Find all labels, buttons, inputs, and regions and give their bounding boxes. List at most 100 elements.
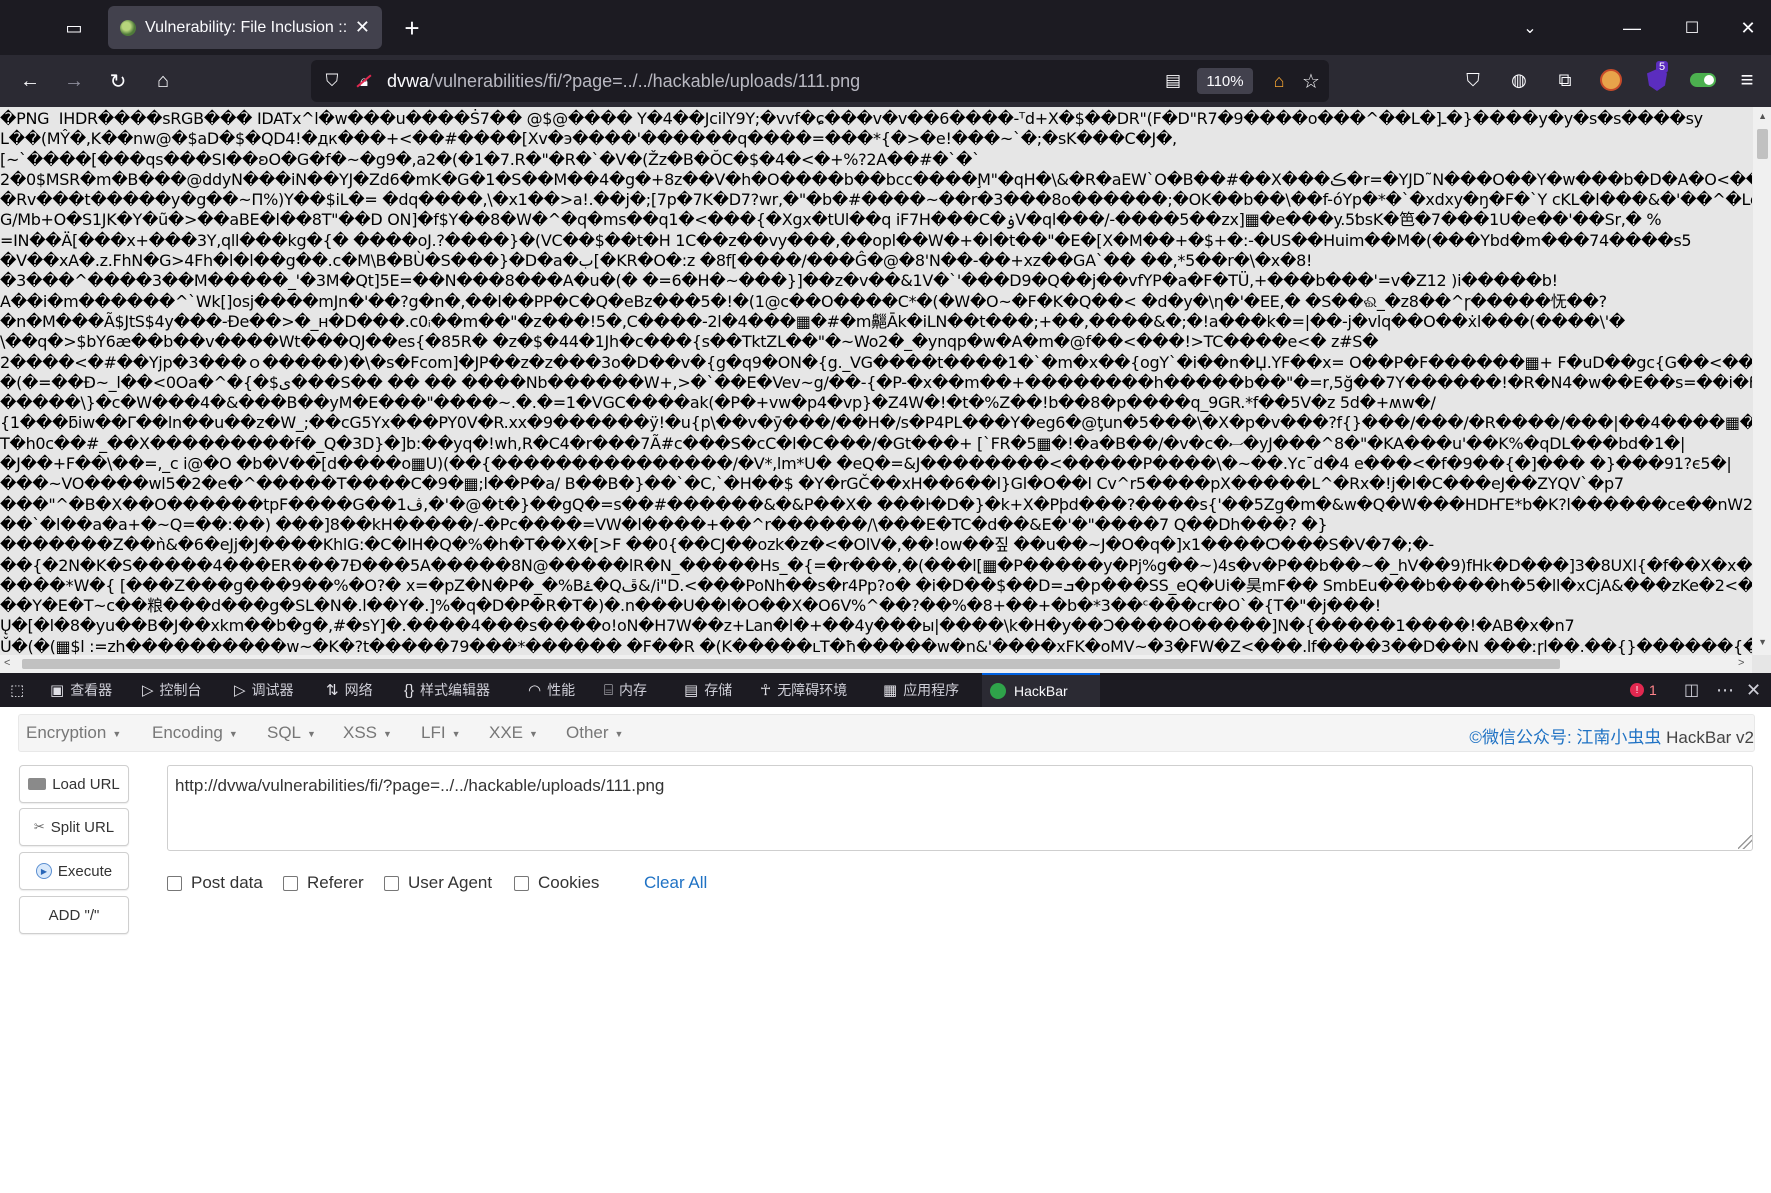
scroll-left-icon[interactable]: < [4, 657, 10, 669]
braces-icon: {} [404, 681, 415, 699]
maximize-button[interactable]: ☐ [1674, 12, 1710, 44]
network-icon: ⇅ [326, 682, 339, 699]
tab-hackbar[interactable]: HackBar [982, 673, 1100, 707]
gauge-icon: ◠ [528, 682, 542, 699]
storage-icon: ▤ [684, 682, 699, 699]
load-icon [28, 778, 47, 790]
tab-style-editor[interactable]: {} 样式编辑器 [404, 673, 490, 707]
devtools-toolbar: ⬚ ▣ 查看器 ▷ 控制台 ▷ 调试器 ⇅ 网络 {} 样式编辑器 ◠ 性能 ⌸ 内存 ▤ 存储… [0, 673, 1771, 707]
address-bar[interactable]: ⛉ 🔒︎ dvwa/vulnerabilities/fi/?page=../..… [311, 60, 1329, 102]
menu-encoding[interactable]: Encoding ▼ [152, 723, 238, 743]
caret-down-icon: ▼ [451, 728, 461, 739]
hackbar-panel: Encryption ▼ Encoding ▼ SQL ▼ XSS ▼ LFI ▼ XXE… [0, 707, 1771, 1193]
checkbox-box[interactable] [283, 875, 298, 891]
tab-application[interactable]: ▦ 应用程序 [883, 673, 959, 707]
scroll-down-icon[interactable]: ▼ [1758, 637, 1767, 647]
window-close-button[interactable]: ✕ [1730, 12, 1766, 44]
credit-version: HackBar v2 [1661, 728, 1754, 747]
pocket-icon[interactable]: ⛉ [1458, 65, 1488, 95]
add-slash-button[interactable]: ADD "/" [19, 896, 129, 934]
checkbox-box[interactable] [514, 875, 529, 891]
tab-network[interactable]: ⇅ 网络 [326, 673, 373, 707]
horizontal-scrollbar[interactable]: < > [0, 655, 1752, 673]
split-url-button[interactable]: ✂ Split URL [19, 808, 129, 846]
vertical-scrollbar[interactable]: ▲ ▼ [1753, 107, 1771, 655]
tab-close-icon[interactable]: ✕ [355, 17, 370, 38]
new-tab-button[interactable]: + [396, 12, 428, 44]
clear-all-link[interactable]: Clear All [644, 873, 707, 893]
tab-memory[interactable]: ⌸ 内存 [604, 673, 647, 707]
checkbox-box[interactable] [167, 875, 182, 891]
resize-grip-icon[interactable] [1738, 835, 1752, 849]
toggle-extension-icon[interactable] [1688, 65, 1718, 95]
url-host: dvwa [387, 71, 430, 91]
load-url-button[interactable]: Load URL [19, 765, 129, 803]
tab-title: Vulnerability: File Inclusion :: [145, 18, 347, 36]
tab-storage[interactable]: ▤ 存储 [684, 673, 732, 707]
error-count[interactable]: ! 1 [1630, 673, 1657, 707]
caret-down-icon: ▼ [529, 728, 538, 739]
favicon-icon [120, 19, 136, 36]
back-arrow-icon[interactable]: ← [13, 64, 47, 98]
vertical-scroll-thumb[interactable] [1757, 129, 1768, 159]
scissors-icon: ✂ [33, 819, 45, 834]
url-path: /vulnerabilities/fi/?page=../../hackable… [429, 71, 861, 91]
tab-bar: ▭ Vulnerability: File Inclusion :: ✕ + ⌄… [0, 0, 1771, 55]
menu-xxe[interactable]: XXE ▼ [489, 723, 538, 743]
checkbox-box[interactable] [384, 875, 399, 891]
reader-view-icon[interactable]: ▤ [1161, 69, 1185, 93]
url-textarea[interactable] [167, 765, 1753, 851]
hamburger-menu-icon[interactable]: ≡ [1732, 65, 1762, 95]
devtools-close-icon[interactable]: ✕ [1746, 673, 1761, 707]
url-text[interactable]: dvwa/vulnerabilities/fi/?page=../../hack… [387, 71, 860, 92]
reload-icon[interactable]: ↻ [101, 64, 135, 98]
more-options-icon[interactable]: ⋯ [1716, 673, 1734, 707]
console-icon: ▷ [142, 682, 154, 699]
chip-icon: ⌸ [604, 681, 614, 699]
referer-checkbox[interactable]: Referer [283, 873, 364, 893]
caret-down-icon: ▼ [228, 728, 238, 739]
active-tab[interactable]: Vulnerability: File Inclusion :: ✕ [108, 6, 382, 49]
menu-sql[interactable]: SQL ▼ [267, 723, 316, 743]
menu-encryption[interactable]: Encryption ▼ [26, 723, 121, 743]
menu-lfi[interactable]: LFI ▼ [421, 723, 460, 743]
user-agent-checkbox[interactable]: User Agent [384, 873, 492, 893]
tracking-shield-icon[interactable]: ⛉ [321, 70, 343, 92]
inspector-icon: ▣ [50, 682, 65, 699]
scroll-right-icon[interactable]: > [1738, 657, 1744, 669]
tab-performance[interactable]: ◠ 性能 [528, 673, 575, 707]
insecure-lock-icon[interactable]: 🔒︎ [353, 70, 375, 92]
execute-button[interactable]: ▶ Execute [19, 852, 129, 890]
hackbar-menu: Encryption ▼ Encoding ▼ SQL ▼ XSS ▼ LFI ▼ XXE… [18, 714, 1755, 752]
tab-list-icon[interactable]: ▭ [58, 12, 90, 44]
menu-xss[interactable]: XSS ▼ [343, 723, 392, 743]
zoom-level-badge[interactable]: 110% [1197, 68, 1253, 94]
house-extension-icon[interactable]: ⌂ [1267, 69, 1291, 93]
post-data-checkbox[interactable]: Post data [167, 873, 263, 893]
tab-console[interactable]: ▷ 控制台 [142, 673, 202, 707]
grid-icon: ▦ [883, 682, 898, 699]
caret-down-icon: ▼ [307, 728, 316, 739]
home-icon[interactable]: ⌂ [146, 64, 180, 98]
chevron-down-icon[interactable]: ⌄ [1514, 12, 1546, 44]
tab-accessibility[interactable]: ☥ 无障碍环境 [760, 673, 847, 707]
horizontal-scroll-thumb[interactable] [22, 659, 1560, 669]
profile-extension-icon[interactable] [1596, 65, 1626, 95]
credit-link[interactable]: ©微信公众号: 江南小虫虫 [1469, 728, 1661, 747]
minimize-button[interactable]: — [1614, 12, 1650, 44]
tab-debugger[interactable]: ▷ 调试器 [234, 673, 294, 707]
caret-down-icon: ▼ [112, 728, 122, 739]
menu-other[interactable]: Other ▼ [566, 723, 623, 743]
dock-side-icon[interactable]: ◫ [1684, 673, 1699, 707]
hackbar-icon [990, 683, 1006, 699]
element-picker-icon[interactable]: ⬚ [10, 673, 30, 707]
puzzle-icon[interactable]: ⧉ [1550, 65, 1580, 95]
globe-icon[interactable]: ◍ [1504, 65, 1534, 95]
error-icon: ! [1630, 683, 1644, 697]
bookmark-star-icon[interactable]: ☆ [1299, 69, 1323, 93]
tab-inspector[interactable]: ▣ 查看器 [50, 673, 112, 707]
caret-down-icon: ▼ [383, 728, 392, 739]
forward-arrow-icon[interactable]: → [57, 64, 91, 98]
scroll-up-icon[interactable]: ▲ [1758, 111, 1767, 121]
cookies-checkbox[interactable]: Cookies [514, 873, 599, 893]
